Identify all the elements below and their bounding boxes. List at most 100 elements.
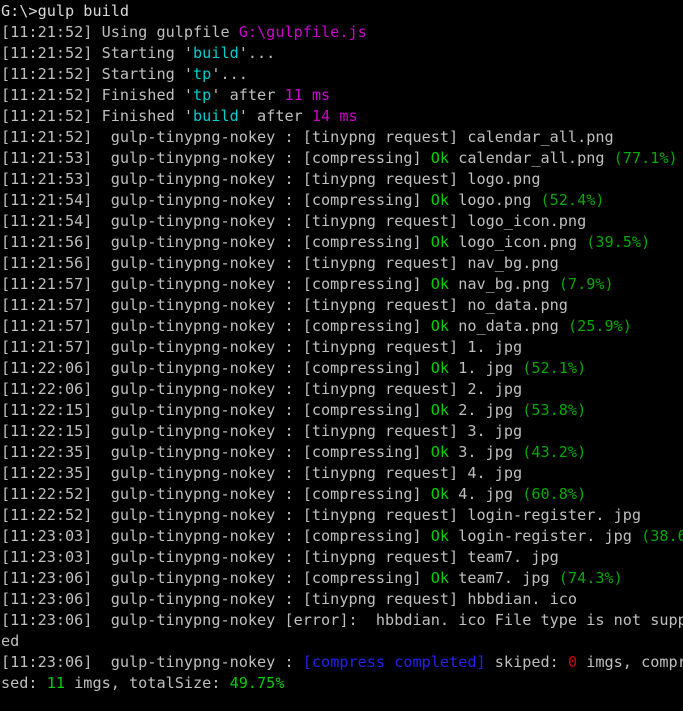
terminal-line-prompt-line: G:\>gulp build [1,1,683,22]
text-segment: gulp-tinypng-nokey : [compressing] [101,359,431,377]
text-segment: [11:21:54] [1,191,102,209]
text-segment: 14 ms [311,107,358,125]
text-segment: G:\> [1,2,38,20]
text-segment: gulp-tinypng-nokey : [tinypng request] 3… [101,422,523,440]
text-segment: gulp build [37,2,130,20]
terminal-line-cmp-1-jpg: [11:22:06] gulp-tinypng-nokey : [compres… [1,358,683,379]
text-segment: (39.5%) [586,233,651,251]
text-segment: [11:22:35] [1,464,102,482]
terminal-line-using-gulpfile: [11:21:52] Using gulpfile G:\gulpfile.js [1,22,683,43]
text-segment: (7.9%) [558,275,614,293]
terminal-line-cmp-4-jpg: [11:22:52] gulp-tinypng-nokey : [compres… [1,484,683,505]
text-segment: gulp-tinypng-nokey : [compressing] [101,317,431,335]
text-segment: Ok [430,191,450,209]
text-segment: [11:21:56] [1,254,102,272]
terminal-line-cmp-team7: [11:23:06] gulp-tinypng-nokey : [compres… [1,568,683,589]
text-segment: login-register. jpg [449,527,642,545]
terminal-line-finished-tp: [11:21:52] Finished 'tp' after 11 ms [1,85,683,106]
text-segment: 4. jpg [449,485,523,503]
text-segment: Using gulpfile [101,23,239,41]
terminal-line-req-logo: [11:21:53] gulp-tinypng-nokey : [tinypng… [1,169,683,190]
terminal-line-req-no-data: [11:21:57] gulp-tinypng-nokey : [tinypng… [1,295,683,316]
text-segment: gulp-tinypng-nokey : [compressing] [101,275,431,293]
text-segment: [11:23:06] [1,569,102,587]
text-segment: Starting ' [101,44,194,62]
text-segment: [11:22:52] [1,485,102,503]
terminal-line-req-1-jpg: [11:21:57] gulp-tinypng-nokey : [tinypng… [1,337,683,358]
text-segment: [11:21:57] [1,338,102,356]
text-segment: [11:21:54] [1,212,102,230]
text-segment: [11:22:06] [1,380,102,398]
text-segment: 11 ms [284,86,331,104]
text-segment: gulp-tinypng-nokey : [tinypng request] n… [101,254,559,272]
text-segment: gulp-tinypng-nokey : [101,653,303,671]
text-segment: gulp-tinypng-nokey : [tinypng request] 2… [101,380,523,398]
text-segment: gulp-tinypng-nokey : [tinypng request] 1… [101,338,523,356]
text-segment: [11:23:06] [1,611,102,629]
terminal-line-req-3-jpg: [11:22:15] gulp-tinypng-nokey : [tinypng… [1,421,683,442]
text-segment: gulp-tinypng-nokey : [compressing] [101,401,431,419]
text-segment: team7. jpg [449,569,559,587]
terminal-line-starting-tp: [11:21:52] Starting 'tp'... [1,64,683,85]
text-segment: [11:23:06] [1,590,102,608]
text-segment: [11:21:52] [1,44,102,62]
text-segment: [11:23:06] [1,653,102,671]
text-segment: gulp-tinypng-nokey : [compressing] [101,443,431,461]
text-segment: (60.8%) [522,485,587,503]
text-segment: [11:21:57] [1,317,102,335]
text-segment: G:\gulpfile.js [238,23,367,41]
text-segment: gulp-tinypng-nokey : [tinypng request] c… [101,128,614,146]
text-segment: [11:22:15] [1,401,102,419]
text-segment: skiped: [485,653,568,671]
text-segment: Ok [430,527,450,545]
text-segment: (38.6%) [641,527,683,545]
text-segment: Finished ' [101,86,194,104]
text-segment: calendar_all.png [449,149,614,167]
text-segment: gulp-tinypng-nokey : [compressing] [101,191,431,209]
text-segment: gulp-tinypng-nokey : [tinypng request] t… [101,548,559,566]
text-segment: gulp-tinypng-nokey : [compressing] [101,233,431,251]
terminal-line-error-hbbdian-ico-wrap: ed [1,631,683,652]
text-segment: logo.png [449,191,541,209]
text-segment: gulp-tinypng-nokey : [tinypng request] 4… [101,464,523,482]
text-segment: 3. jpg [449,443,523,461]
text-segment: gulp-tinypng-nokey : [compressing] [101,149,431,167]
text-segment: Ok [430,233,450,251]
text-segment: [11:21:56] [1,233,102,251]
text-segment: [11:21:52] [1,23,102,41]
text-segment: gulp-tinypng-nokey : [compressing] [101,527,431,545]
text-segment: no_data.png [449,317,568,335]
terminal-line-req-calendar-all: [11:21:52] gulp-tinypng-nokey : [tinypng… [1,127,683,148]
terminal-line-req-nav-bg: [11:21:56] gulp-tinypng-nokey : [tinypng… [1,253,683,274]
text-segment: logo_icon.png [449,233,587,251]
terminal-line-req-hbbdian-ico: [11:23:06] gulp-tinypng-nokey : [tinypng… [1,589,683,610]
text-segment: [compress completed] [302,653,486,671]
text-segment: 0 [567,653,578,671]
text-segment: gulp-tinypng-nokey : [compressing] [101,485,431,503]
terminal-output: G:\>gulp build [11:21:52] Using gulpfile … [0,0,683,694]
text-segment: [11:22:35] [1,443,102,461]
terminal-line-compress-completed-wrap: sed: 11 imgs, totalSize: 49.75% [1,673,683,694]
text-segment: build [193,107,239,125]
terminal-line-req-team7: [11:23:03] gulp-tinypng-nokey : [tinypng… [1,547,683,568]
text-segment: build [193,44,239,62]
terminal-window[interactable]: G:\>gulp build [11:21:52] Using gulpfile … [0,0,683,711]
terminal-line-req-2-jpg: [11:22:06] gulp-tinypng-nokey : [tinypng… [1,379,683,400]
text-segment: (53.8%) [522,401,587,419]
terminal-line-req-logo-icon: [11:21:54] gulp-tinypng-nokey : [tinypng… [1,211,683,232]
text-segment: (25.9%) [567,317,632,335]
text-segment: tp [193,65,212,83]
text-segment: tp [193,86,212,104]
text-segment: '... [238,44,276,62]
text-segment: gulp-tinypng-nokey : [tinypng request] l… [101,506,642,524]
text-segment: [11:22:06] [1,359,102,377]
text-segment: Ok [430,275,450,293]
text-segment: [11:21:57] [1,275,102,293]
text-segment: Ok [430,485,450,503]
terminal-line-cmp-no-data: [11:21:57] gulp-tinypng-nokey : [compres… [1,316,683,337]
text-segment: gulp-tinypng-nokey [error]: hbbdian. ico… [101,611,683,629]
text-segment: [11:21:52] [1,65,102,83]
text-segment: [11:21:53] [1,149,102,167]
text-segment: (74.3%) [558,569,623,587]
text-segment: gulp-tinypng-nokey : [tinypng request] h… [101,590,578,608]
